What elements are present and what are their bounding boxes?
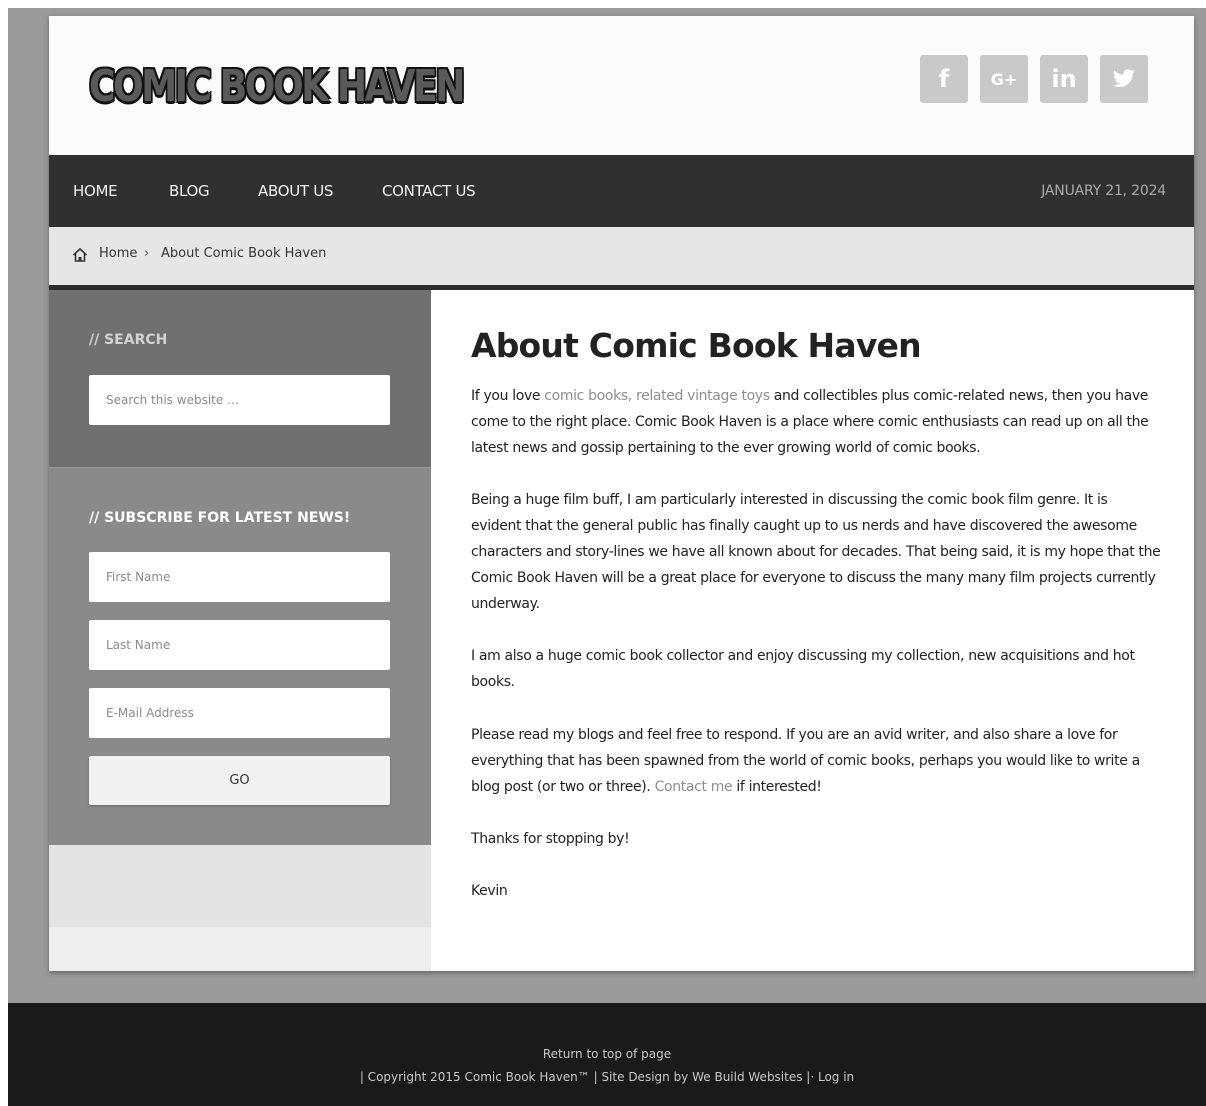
go-button[interactable]: GO bbox=[89, 756, 390, 805]
paragraph-intro: If you love comic books, related vintage… bbox=[471, 383, 1161, 461]
sidebar: // SEARCH Search this website … // SUBSC… bbox=[49, 290, 431, 971]
contact-me-link[interactable]: Contact me bbox=[655, 779, 733, 795]
breadcrumb-home[interactable]: Home bbox=[99, 246, 137, 261]
breadcrumb: Home › About Comic Book Haven bbox=[49, 227, 1194, 290]
home-icon bbox=[72, 247, 88, 262]
last-name-field[interactable]: Last Name bbox=[89, 620, 390, 670]
search-widget: // SEARCH Search this website … bbox=[49, 290, 431, 468]
email-field[interactable]: E-Mail Address bbox=[89, 688, 390, 738]
paragraph-text: If you love bbox=[471, 388, 545, 404]
facebook-icon[interactable]: f bbox=[920, 55, 968, 103]
page-container: COMIC BOOK HAVEN f G+ in HOME BLOG ABOUT… bbox=[49, 16, 1194, 971]
paragraph-thanks: Thanks for stopping by! bbox=[471, 831, 630, 847]
subscribe-widget: // SUBSCRIBE FOR LATEST NEWS! First Name… bbox=[49, 468, 431, 845]
breadcrumb-separator: › bbox=[144, 246, 150, 261]
social-links: f G+ in bbox=[920, 55, 1148, 103]
site-logo[interactable]: COMIC BOOK HAVEN bbox=[89, 52, 465, 122]
breadcrumb-current: About Comic Book Haven bbox=[161, 246, 327, 261]
main-nav: HOME BLOG ABOUT US CONTACT US JANUARY 21… bbox=[49, 155, 1194, 227]
empty-widget bbox=[49, 845, 431, 927]
paragraph-collector: I am also a huge comic book collector an… bbox=[471, 648, 1135, 690]
paragraph-text: if interested! bbox=[732, 779, 822, 795]
nav-about-us[interactable]: ABOUT US bbox=[258, 155, 333, 227]
return-to-top-link[interactable]: Return to top of page bbox=[8, 1047, 1206, 1061]
google-plus-icon[interactable]: G+ bbox=[980, 55, 1028, 103]
footer-copyright: | Copyright 2015 Comic Book Haven™ | Sit… bbox=[359, 1070, 855, 1084]
page-title: About Comic Book Haven bbox=[471, 326, 922, 365]
twitter-icon[interactable] bbox=[1100, 55, 1148, 103]
logo-text: COMIC BOOK HAVEN bbox=[89, 61, 465, 112]
search-widget-title: // SEARCH bbox=[89, 332, 168, 348]
linkedin-icon[interactable]: in bbox=[1040, 55, 1088, 103]
nav-blog[interactable]: BLOG bbox=[169, 155, 210, 227]
nav-contact-us[interactable]: CONTACT US bbox=[382, 155, 476, 227]
first-name-field[interactable]: First Name bbox=[89, 552, 390, 602]
paragraph-signature: Kevin bbox=[471, 883, 508, 899]
comic-books-link[interactable]: comic books, related vintage toys bbox=[544, 388, 770, 404]
nav-date: JANUARY 21, 2024 bbox=[1041, 183, 1166, 199]
paragraph-film: Being a huge film buff, I am particularl… bbox=[471, 492, 1161, 612]
subscribe-widget-title: // SUBSCRIBE FOR LATEST NEWS! bbox=[89, 510, 351, 526]
main-content: About Comic Book Haven If you love comic… bbox=[431, 290, 1194, 971]
nav-home[interactable]: HOME bbox=[73, 155, 118, 227]
site-header: COMIC BOOK HAVEN f G+ in bbox=[49, 16, 1194, 155]
page-background: COMIC BOOK HAVEN f G+ in HOME BLOG ABOUT… bbox=[8, 8, 1206, 1003]
site-footer: Return to top of page | Copyright 2015 C… bbox=[8, 1003, 1206, 1106]
search-input[interactable]: Search this website … bbox=[89, 375, 390, 425]
paragraph-blogs: Please read my blogs and feel free to re… bbox=[471, 722, 1161, 800]
